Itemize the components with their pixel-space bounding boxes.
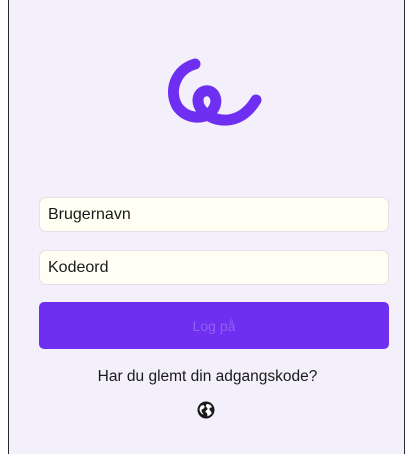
username-input[interactable] bbox=[39, 197, 389, 232]
login-panel: Log på Har du glemt din adgangskode? bbox=[8, 0, 405, 454]
globe-icon[interactable] bbox=[197, 401, 215, 419]
password-input[interactable] bbox=[39, 250, 389, 285]
swirl-logo-icon bbox=[168, 58, 262, 126]
forgot-password-link[interactable]: Har du glemt din adgangskode? bbox=[9, 368, 406, 386]
login-button[interactable]: Log på bbox=[39, 302, 389, 349]
